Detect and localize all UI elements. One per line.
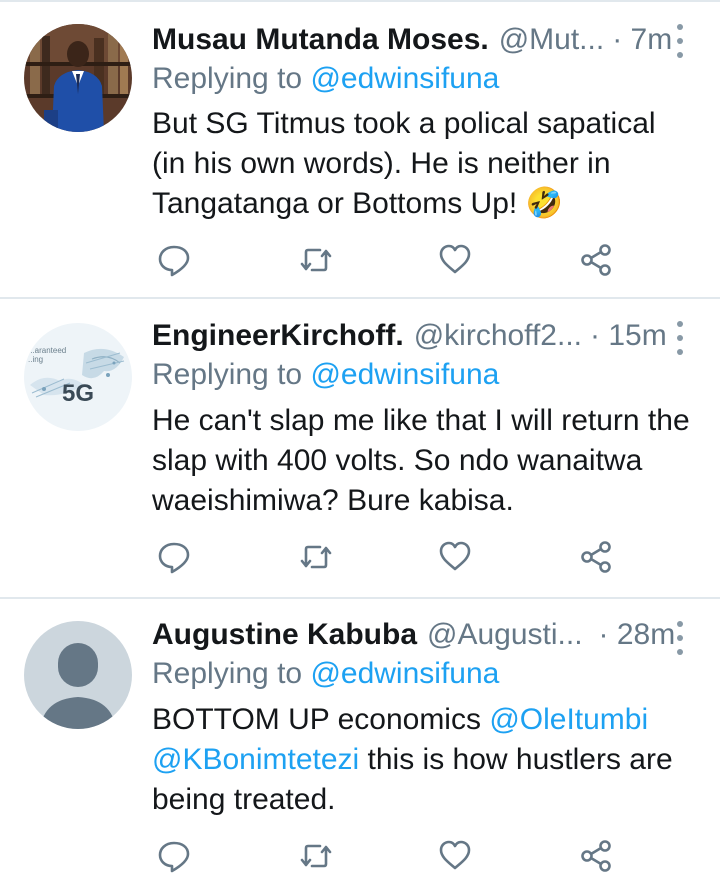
tweet-text: But SG Titmus took a polical sapatical (… [152,104,697,224]
tweet-actions [0,537,720,577]
more-options-icon[interactable] [672,321,688,355]
avatar-small-text-1: ...aranteed [28,346,66,355]
share-icon[interactable] [576,240,616,280]
replying-to: Replying to @edwinsifuna [152,62,499,96]
replying-label: Replying to [152,657,311,690]
share-icon[interactable] [576,537,616,577]
replying-label: Replying to [152,358,311,391]
more-options-icon[interactable] [672,621,688,655]
retweet-icon[interactable] [296,240,336,280]
tweet-text-content: He can't slap me like that I will return… [152,404,690,517]
author-handle[interactable]: @kirchoff2... [414,319,582,353]
tweet-text: BOTTOM UP economics @OleItumbi @KBonimtet… [152,700,697,820]
avatar-small-text-2: ..ing [28,355,43,364]
retweet-icon[interactable] [296,537,336,577]
author-handle[interactable]: @Mut... [499,23,604,57]
avatar[interactable]: ...aranteed ..ing 5G [24,323,132,431]
retweet-icon[interactable] [296,836,336,876]
avatar[interactable] [24,621,132,729]
default-avatar-silhouette [24,621,132,729]
tweet-reply-feed: Musau Mutanda Moses. @Mut... · 7m Replyi… [0,0,720,877]
like-icon[interactable] [435,537,475,577]
tweet-header: EngineerKirchoff. @kirchoff2... · 15m [152,316,692,356]
timestamp[interactable]: · 7m [612,23,672,57]
timestamp[interactable]: · 15m [590,319,667,353]
like-icon[interactable] [435,836,475,876]
tweet-actions [0,240,720,280]
tweet-text-part-1: BOTTOM UP economics [152,703,490,736]
tweet-3[interactable]: Augustine Kabuba @Augusti... · 28m Reply… [0,599,720,877]
tweet-1[interactable]: Musau Mutanda Moses. @Mut... · 7m Replyi… [0,2,720,299]
rolling-laughing-emoji: 🤣 [525,186,563,221]
reply-icon[interactable] [154,537,194,577]
profile-photo-man-in-blue-suit [24,24,132,132]
share-icon[interactable] [576,836,616,876]
author-name[interactable]: EngineerKirchoff. [152,319,404,353]
avatar-5g-text: 5G [62,380,94,407]
mention-link-oleitumbi[interactable]: @OleItumbi [489,703,648,736]
timestamp[interactable]: · 28m [599,618,676,652]
more-options-icon[interactable] [672,24,688,58]
reply-icon[interactable] [154,240,194,280]
tweet-2[interactable]: ...aranteed ..ing 5G EngineerKirchoff. @… [0,299,720,599]
avatar[interactable] [24,24,132,132]
author-handle[interactable]: @Augusti... [427,618,583,652]
replying-mention-link[interactable]: @edwinsifuna [310,657,499,690]
tweet-header: Musau Mutanda Moses. @Mut... · 7m [152,20,692,60]
mention-link-kbonimtetezi[interactable]: @KBonimtetezi [152,743,359,776]
replying-label: Replying to [152,62,311,95]
replying-mention-link[interactable]: @edwinsifuna [310,62,499,95]
replying-to: Replying to @edwinsifuna [152,358,499,392]
reply-icon[interactable] [154,836,194,876]
replying-to: Replying to @edwinsifuna [152,657,499,691]
tweet-header: Augustine Kabuba @Augusti... · 28m [152,615,692,655]
replying-mention-link[interactable]: @edwinsifuna [310,358,499,391]
author-name[interactable]: Musau Mutanda Moses. [152,23,489,57]
like-icon[interactable] [435,240,475,280]
author-name[interactable]: Augustine Kabuba [152,618,417,652]
profile-photo-5g-graphic: ...aranteed ..ing 5G [24,323,132,431]
tweet-text-content: But SG Titmus took a polical sapatical (… [152,107,656,220]
tweet-actions [0,836,720,876]
tweet-text: He can't slap me like that I will return… [152,401,697,521]
